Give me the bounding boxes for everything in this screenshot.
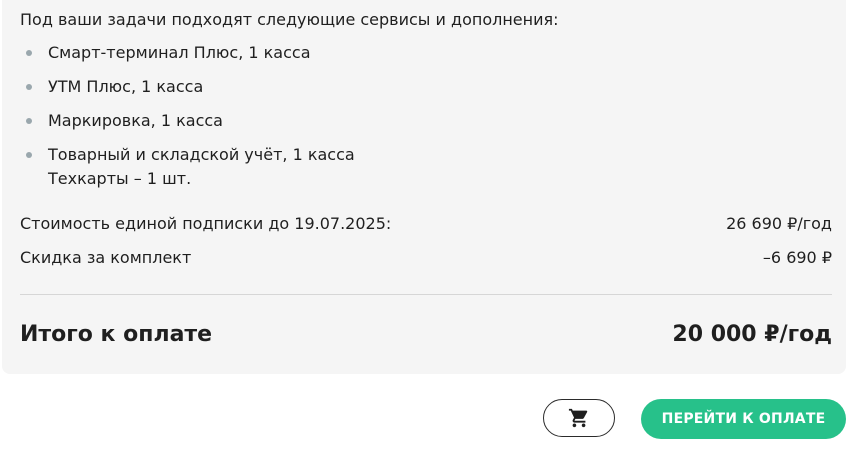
subscription-cost-row: Стоимость единой подписки до 19.07.2025:… bbox=[20, 213, 832, 235]
bullet-icon bbox=[26, 152, 32, 158]
services-list: Смарт-терминал Плюс, 1 касса УТМ Плюс, 1… bbox=[20, 42, 830, 204]
services-intro: Под ваши задачи подходят следующие серви… bbox=[20, 10, 559, 29]
subscription-cost-label: Стоимость единой подписки до 19.07.2025: bbox=[20, 214, 392, 233]
order-summary-card: Под ваши задачи подходят следующие серви… bbox=[2, 0, 846, 374]
total-value: 20 000 ₽/год bbox=[672, 322, 832, 347]
shopping-cart-icon bbox=[568, 408, 588, 428]
bullet-icon bbox=[26, 50, 32, 56]
go-to-payment-button[interactable]: ПЕРЕЙТИ К ОПЛАТЕ bbox=[641, 399, 846, 439]
discount-row: Скидка за комплект –6 690 ₽ bbox=[20, 247, 832, 269]
discount-label: Скидка за комплект bbox=[20, 248, 192, 267]
service-label: Смарт-терминал Плюс, 1 касса bbox=[48, 43, 311, 62]
service-label: Товарный и складской учёт, 1 касса bbox=[48, 145, 355, 164]
subscription-cost-value: 26 690 ₽/год bbox=[726, 214, 832, 233]
service-addon: Техкарты – 1 шт. bbox=[48, 169, 192, 188]
service-item: Смарт-терминал Плюс, 1 касса bbox=[20, 42, 830, 64]
service-item: Маркировка, 1 касса bbox=[20, 110, 830, 132]
discount-value: –6 690 ₽ bbox=[762, 248, 832, 267]
bullet-icon bbox=[26, 118, 32, 124]
cart-button[interactable] bbox=[543, 399, 615, 437]
service-item: Товарный и складской учёт, 1 касса Техка… bbox=[20, 144, 830, 192]
divider bbox=[20, 294, 832, 295]
total-row: Итого к оплате 20 000 ₽/год bbox=[20, 320, 832, 350]
bullet-icon bbox=[26, 84, 32, 90]
service-item: УТМ Плюс, 1 касса bbox=[20, 76, 830, 98]
service-label: УТМ Плюс, 1 касса bbox=[48, 77, 204, 96]
service-label: Маркировка, 1 касса bbox=[48, 111, 223, 130]
total-label: Итого к оплате bbox=[20, 322, 213, 347]
